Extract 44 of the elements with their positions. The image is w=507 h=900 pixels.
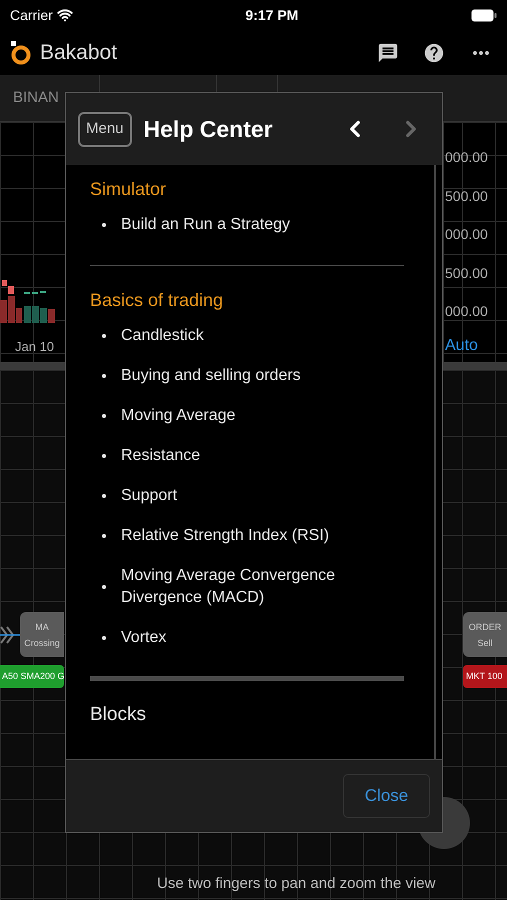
help-topic-link[interactable]: Resistance — [90, 436, 404, 476]
price-label: 500.00 — [444, 186, 489, 206]
bullet-icon — [102, 374, 106, 378]
section-heading: Basics of trading — [90, 289, 224, 312]
carrier-label: Carrier — [10, 6, 53, 24]
section-link[interactable]: Blocks — [90, 689, 404, 741]
hint-text: Use two fingers to pan and zoom the view — [157, 874, 436, 894]
help-topic-link[interactable]: Build an Run a Strategy — [90, 205, 404, 245]
bullet-icon — [102, 454, 106, 458]
bullet-icon — [102, 636, 106, 640]
date-label: Jan 10 — [15, 338, 56, 356]
price-label: 500.00 — [444, 264, 489, 282]
help-topic-link[interactable]: Support — [90, 476, 404, 516]
bullet-icon — [102, 334, 106, 338]
bullet-icon — [102, 494, 106, 498]
block-node[interactable]: ORDER Sell — [463, 612, 507, 657]
message-icon[interactable] — [377, 42, 399, 64]
auto-scale-button[interactable]: Auto — [444, 334, 507, 358]
section-heading: Simulator — [90, 178, 168, 201]
bullet-icon — [102, 534, 106, 538]
price-label: 000.00 — [444, 148, 489, 167]
logo-icon — [10, 40, 32, 64]
help-topic-link[interactable]: Moving Average Convergence Divergence (MACD) — [90, 556, 404, 618]
bullet-icon — [102, 414, 106, 418]
block-tag: MKT 100 — [463, 665, 507, 688]
help-topic-link[interactable]: Buying and selling orders — [90, 356, 404, 396]
block-node[interactable]: MA Crossing — [20, 612, 64, 657]
help-topic-link[interactable]: Vortex — [90, 618, 404, 658]
help-topic-link[interactable]: Relative Strength Index (RSI) — [90, 516, 404, 556]
help-icon[interactable] — [423, 42, 445, 64]
help-topic-link[interactable]: Moving Average — [90, 396, 404, 436]
price-label: 000.00 — [444, 225, 489, 244]
help-topic-link[interactable]: Candlestick — [90, 316, 404, 356]
app-title: Bakabot — [40, 40, 118, 66]
block-tag: A50 SMA200 G — [0, 665, 64, 688]
close-button[interactable]: Close — [343, 774, 430, 818]
bullet-icon — [102, 585, 106, 589]
wifi-icon — [56, 7, 73, 23]
price-label: 000.00 — [444, 302, 489, 321]
dialog-title: Help Center — [144, 114, 273, 144]
clock: 9:17 PM — [245, 6, 298, 24]
bullet-icon — [102, 223, 106, 227]
menu-button[interactable]: Menu — [78, 112, 132, 146]
battery-icon — [470, 8, 497, 22]
